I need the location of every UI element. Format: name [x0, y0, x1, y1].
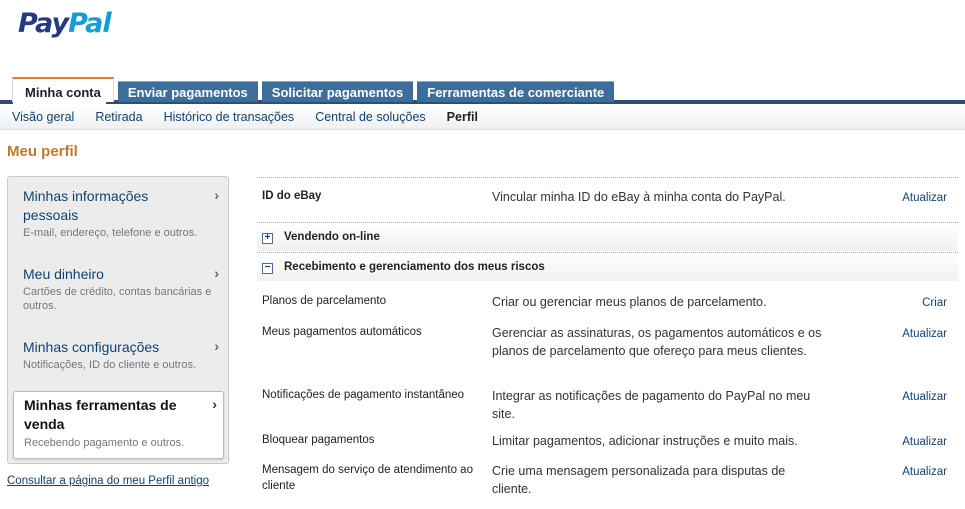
tab-ferramentas-comerciante[interactable]: Ferramentas de comerciante — [417, 81, 615, 102]
profile-sidebar: Minhas informações pessoais E-mail, ende… — [7, 176, 229, 464]
subnav-historico[interactable]: Histórico de transações — [164, 110, 295, 124]
update-block-payments-link[interactable]: Atualizar — [902, 436, 947, 448]
row-label: Notificações de pagamento instantâneo — [262, 389, 465, 401]
tab-solicitar-pagamentos[interactable]: Solicitar pagamentos — [261, 81, 414, 102]
sidebar-item-informacoes-pessoais[interactable]: Minhas informações pessoais E-mail, ende… — [23, 187, 223, 240]
section-title: Recebimento e gerenciamento dos meus ris… — [284, 261, 545, 273]
update-auto-payments-link[interactable]: Atualizar — [902, 328, 947, 340]
row-label: Planos de parcelamento — [262, 295, 387, 307]
sidebar-item-title: Minhas configurações — [23, 339, 160, 355]
sidebar-item-title: Minhas informações pessoais — [23, 188, 149, 223]
divider — [257, 177, 958, 178]
row-label: ID do eBay — [262, 190, 322, 202]
logo-part-pal: Pal — [68, 8, 112, 39]
row-description: Crie uma mensagem personalizada para dis… — [492, 464, 786, 496]
chevron-right-icon: › — [214, 338, 219, 354]
sidebar-item-ferramentas-venda[interactable]: Minhas ferramentas de venda Recebendo pa… — [13, 391, 224, 459]
row-description: Integrar as notificações de pagamento do… — [492, 389, 811, 421]
logo-part-pay: Pay — [18, 8, 69, 39]
sidebar-item-title: Minhas ferramentas de venda — [24, 397, 177, 432]
update-customer-message-link[interactable]: Atualizar — [902, 466, 947, 478]
row-description: Vincular minha ID do eBay à minha conta … — [492, 190, 786, 204]
sidebar-item-desc: Notificações, ID do cliente e outros. — [23, 359, 197, 371]
row-description: Criar ou gerenciar meus planos de parcel… — [492, 295, 767, 309]
sub-navigation: Visão geral Retirada Histórico de transa… — [0, 104, 965, 130]
sidebar-item-title: Meu dinheiro — [23, 266, 104, 282]
row-label: Meus pagamentos automáticos — [262, 326, 422, 338]
update-ebay-link[interactable]: Atualizar — [902, 192, 947, 204]
collapse-icon[interactable]: − — [262, 263, 273, 274]
row-description: Gerenciar as assinaturas, os pagamentos … — [492, 326, 822, 358]
tab-minha-conta[interactable]: Minha conta — [12, 77, 114, 102]
row-label: Bloquear pagamentos — [262, 434, 375, 446]
chevron-right-icon: › — [212, 396, 217, 412]
sidebar-item-meu-dinheiro[interactable]: Meu dinheiro Cartões de crédito, contas … — [23, 265, 223, 313]
row-description: Limitar pagamentos, adicionar instruções… — [492, 434, 798, 448]
section-vendendo-online[interactable]: + Vendendo on-line — [257, 223, 958, 251]
tab-enviar-pagamentos[interactable]: Enviar pagamentos — [117, 81, 258, 102]
expand-icon[interactable]: + — [262, 233, 273, 244]
chevron-right-icon: › — [214, 265, 219, 281]
create-installment-link[interactable]: Criar — [922, 297, 947, 309]
paypal-logo[interactable]: PayPal — [18, 8, 112, 39]
subnav-visao-geral[interactable]: Visão geral — [12, 110, 74, 124]
row-label: Mensagem do serviço de atendimento ao cl… — [262, 464, 473, 492]
update-ipn-link[interactable]: Atualizar — [902, 391, 947, 403]
subnav-central-solucoes[interactable]: Central de soluções — [315, 110, 425, 124]
section-title: Vendendo on-line — [284, 231, 380, 243]
sidebar-item-configuracoes[interactable]: Minhas configurações Notificações, ID do… — [23, 338, 223, 372]
main-tabs: Minha conta Enviar pagamentos Solicitar … — [12, 77, 618, 102]
section-recebimento-riscos[interactable]: − Recebimento e gerenciamento dos meus r… — [257, 253, 958, 281]
subnav-perfil[interactable]: Perfil — [447, 110, 478, 124]
sidebar-item-desc: E-mail, endereço, telefone e outros. — [23, 227, 198, 239]
sidebar-item-desc: Recebendo pagamento e outros. — [24, 437, 185, 449]
sidebar-item-desc: Cartões de crédito, contas bancárias e o… — [23, 286, 212, 312]
page-title: Meu perfil — [7, 143, 78, 160]
old-profile-link[interactable]: Consultar a página do meu Perfil antigo — [7, 475, 209, 487]
chevron-right-icon: › — [214, 187, 219, 203]
subnav-retirada[interactable]: Retirada — [95, 110, 142, 124]
